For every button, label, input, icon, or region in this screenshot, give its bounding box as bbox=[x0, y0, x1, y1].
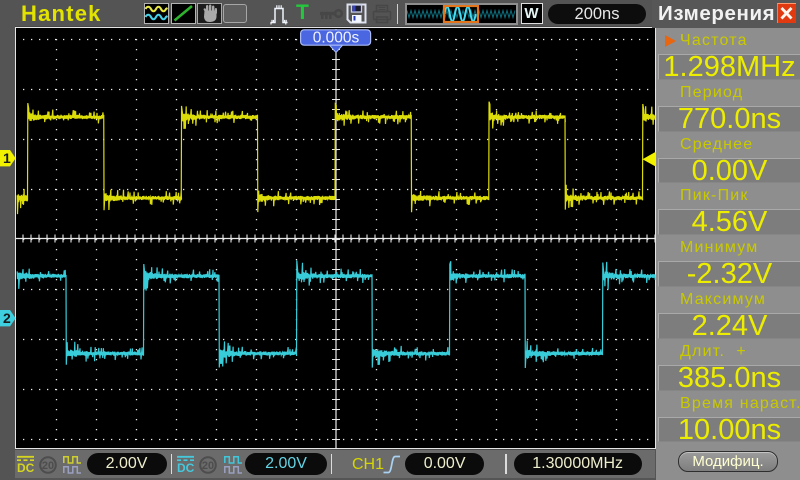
svg-text:1: 1 bbox=[3, 150, 11, 166]
svg-text:20: 20 bbox=[41, 460, 53, 472]
svg-text:2: 2 bbox=[3, 311, 11, 327]
svg-text:0.000s: 0.000s bbox=[313, 29, 360, 46]
svg-text:20: 20 bbox=[202, 460, 214, 472]
svg-text:DC: DC bbox=[17, 461, 35, 474]
svg-text:DC: DC bbox=[177, 461, 195, 474]
svg-text:W: W bbox=[524, 5, 539, 22]
